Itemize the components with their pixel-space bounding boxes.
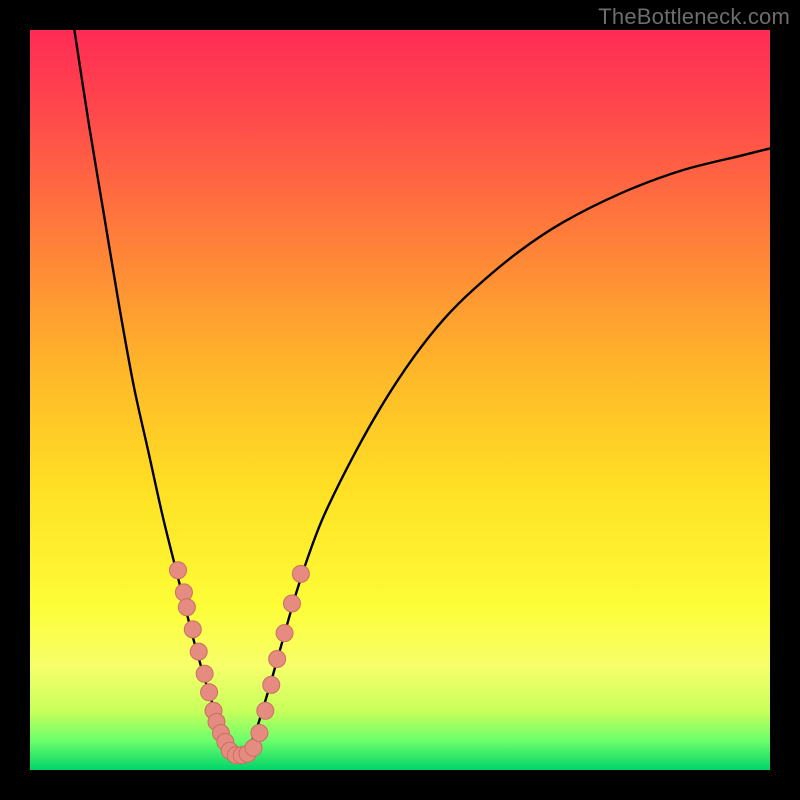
- marker-dot: [175, 584, 192, 601]
- marker-dot: [170, 562, 187, 579]
- marker-dot: [263, 676, 280, 693]
- curve-right-arm: [237, 148, 770, 755]
- marker-dot: [196, 665, 213, 682]
- marker-dot: [251, 725, 268, 742]
- watermark-text: TheBottleneck.com: [598, 4, 790, 30]
- marker-dot: [178, 599, 195, 616]
- marker-dot: [276, 625, 293, 642]
- marker-group: [170, 562, 310, 764]
- marker-dot: [283, 595, 300, 612]
- curve-left-arm: [74, 30, 237, 755]
- marker-dot: [190, 643, 207, 660]
- marker-dot: [201, 684, 218, 701]
- marker-dot: [184, 621, 201, 638]
- marker-dot: [257, 702, 274, 719]
- marker-dot: [292, 565, 309, 582]
- marker-dot: [269, 651, 286, 668]
- stage: TheBottleneck.com: [0, 0, 800, 800]
- chart-overlay: [30, 30, 770, 770]
